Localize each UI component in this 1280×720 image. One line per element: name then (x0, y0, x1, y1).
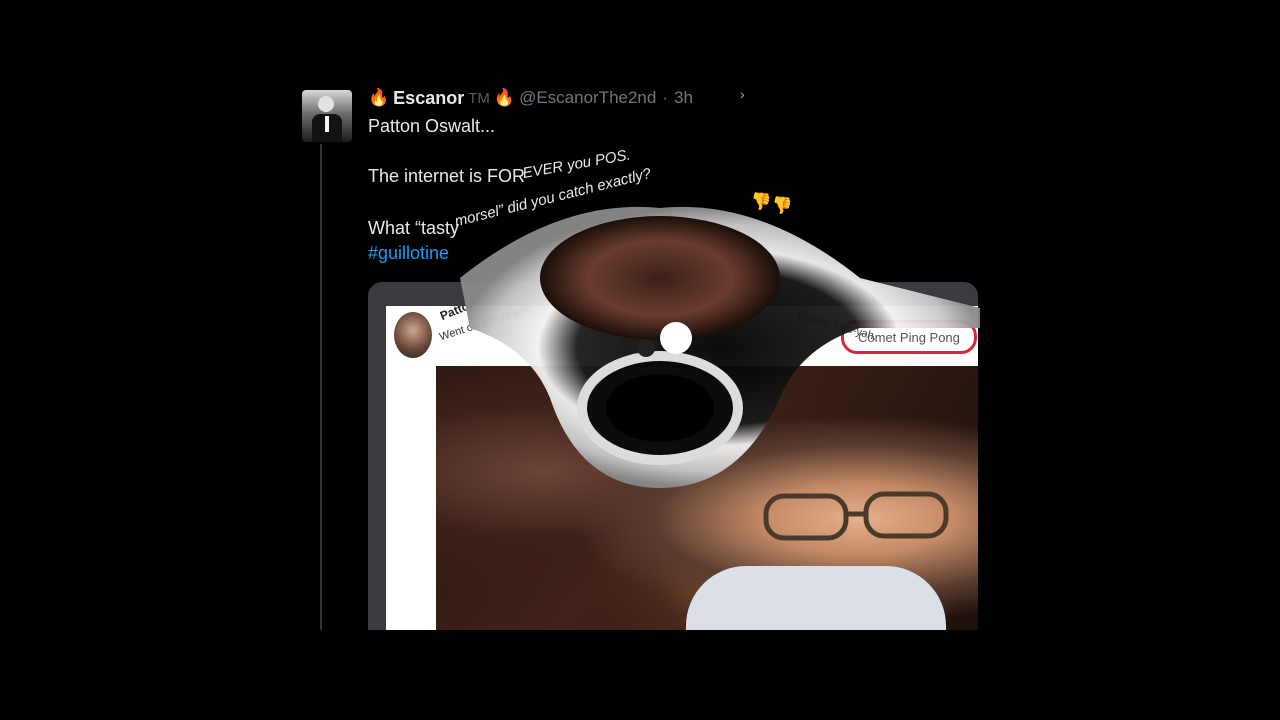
embedded-avatar (394, 312, 432, 358)
author-name[interactable]: Escanor (393, 88, 464, 109)
hashtag-link[interactable]: #guillotine (368, 243, 449, 264)
tweet-header: 🔥 Escanor TM 🔥 @EscanorThe2nd · 3h (368, 86, 693, 110)
thread-line (320, 144, 322, 630)
avatar[interactable] (302, 90, 352, 142)
author-handle[interactable]: @EscanorThe2nd (519, 88, 656, 108)
tweet-line-1: Patton Oswalt... (368, 116, 496, 136)
avatar-head (318, 96, 334, 112)
vortex-overlay (460, 206, 980, 488)
separator: · (662, 88, 669, 107)
trademark-label: TM (468, 89, 490, 107)
timestamp[interactable]: 3h (674, 88, 693, 108)
fire-icon: 🔥 (368, 88, 390, 107)
more-icon[interactable]: › (740, 86, 745, 102)
tweet[interactable]: 🔥 Escanor TM 🔥 @EscanorThe2nd · 3h › Pat… (300, 86, 980, 630)
avatar-tie (325, 116, 329, 132)
photo-shirt (686, 566, 946, 630)
video-frame: 🔥 Escanor TM 🔥 @EscanorThe2nd · 3h › Pat… (0, 0, 1280, 720)
fire-icon: 🔥 (493, 88, 516, 107)
tweet-line-2-text: The internet is FOR (368, 166, 526, 186)
